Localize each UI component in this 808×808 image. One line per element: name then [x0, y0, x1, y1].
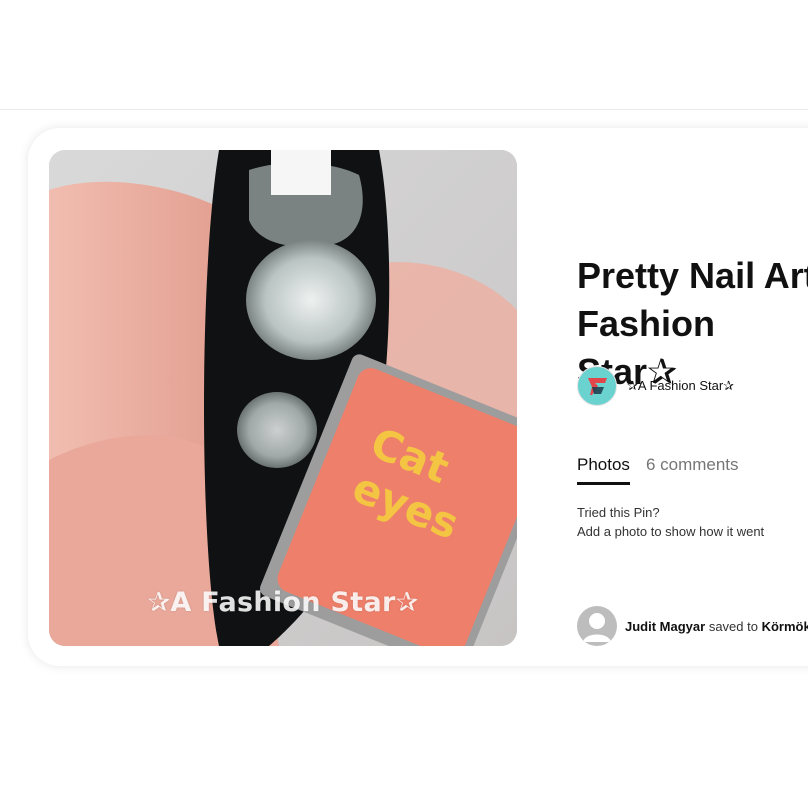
top-bar [0, 0, 808, 110]
user-avatar[interactable] [577, 606, 617, 646]
saved-by-row: Judit Magyar saved to Körmök [577, 606, 808, 646]
tab-comments[interactable]: 6 comments [646, 455, 739, 485]
creator-name[interactable]: ✰A Fashion Star✰ [627, 378, 734, 394]
add-photo-link[interactable]: Add a photo to show how it went [577, 522, 764, 541]
creator-avatar[interactable] [577, 366, 617, 406]
saved-action: saved to [708, 618, 758, 634]
pin-tabs: Photos 6 comments [577, 455, 755, 485]
nail-art-photo: Cat eyes [49, 150, 517, 646]
saved-user-name[interactable]: Judit Magyar [625, 619, 705, 634]
image-watermark: ✰A Fashion Star✰ [147, 587, 419, 618]
saved-text: Judit Magyar saved to Körmök [625, 619, 808, 634]
saved-board-name[interactable]: Körmök [762, 619, 808, 634]
tried-this-pin: Tried this Pin? Add a photo to show how … [577, 503, 764, 541]
tab-photos[interactable]: Photos [577, 455, 630, 485]
default-user-icon [583, 613, 611, 642]
tried-question: Tried this Pin? [577, 505, 660, 520]
creator-profile[interactable]: ✰A Fashion Star✰ [577, 366, 734, 406]
fashion-star-logo-icon [588, 378, 607, 395]
pin-image[interactable]: Cat eyes ✰A Fashion Star✰ [49, 150, 517, 646]
